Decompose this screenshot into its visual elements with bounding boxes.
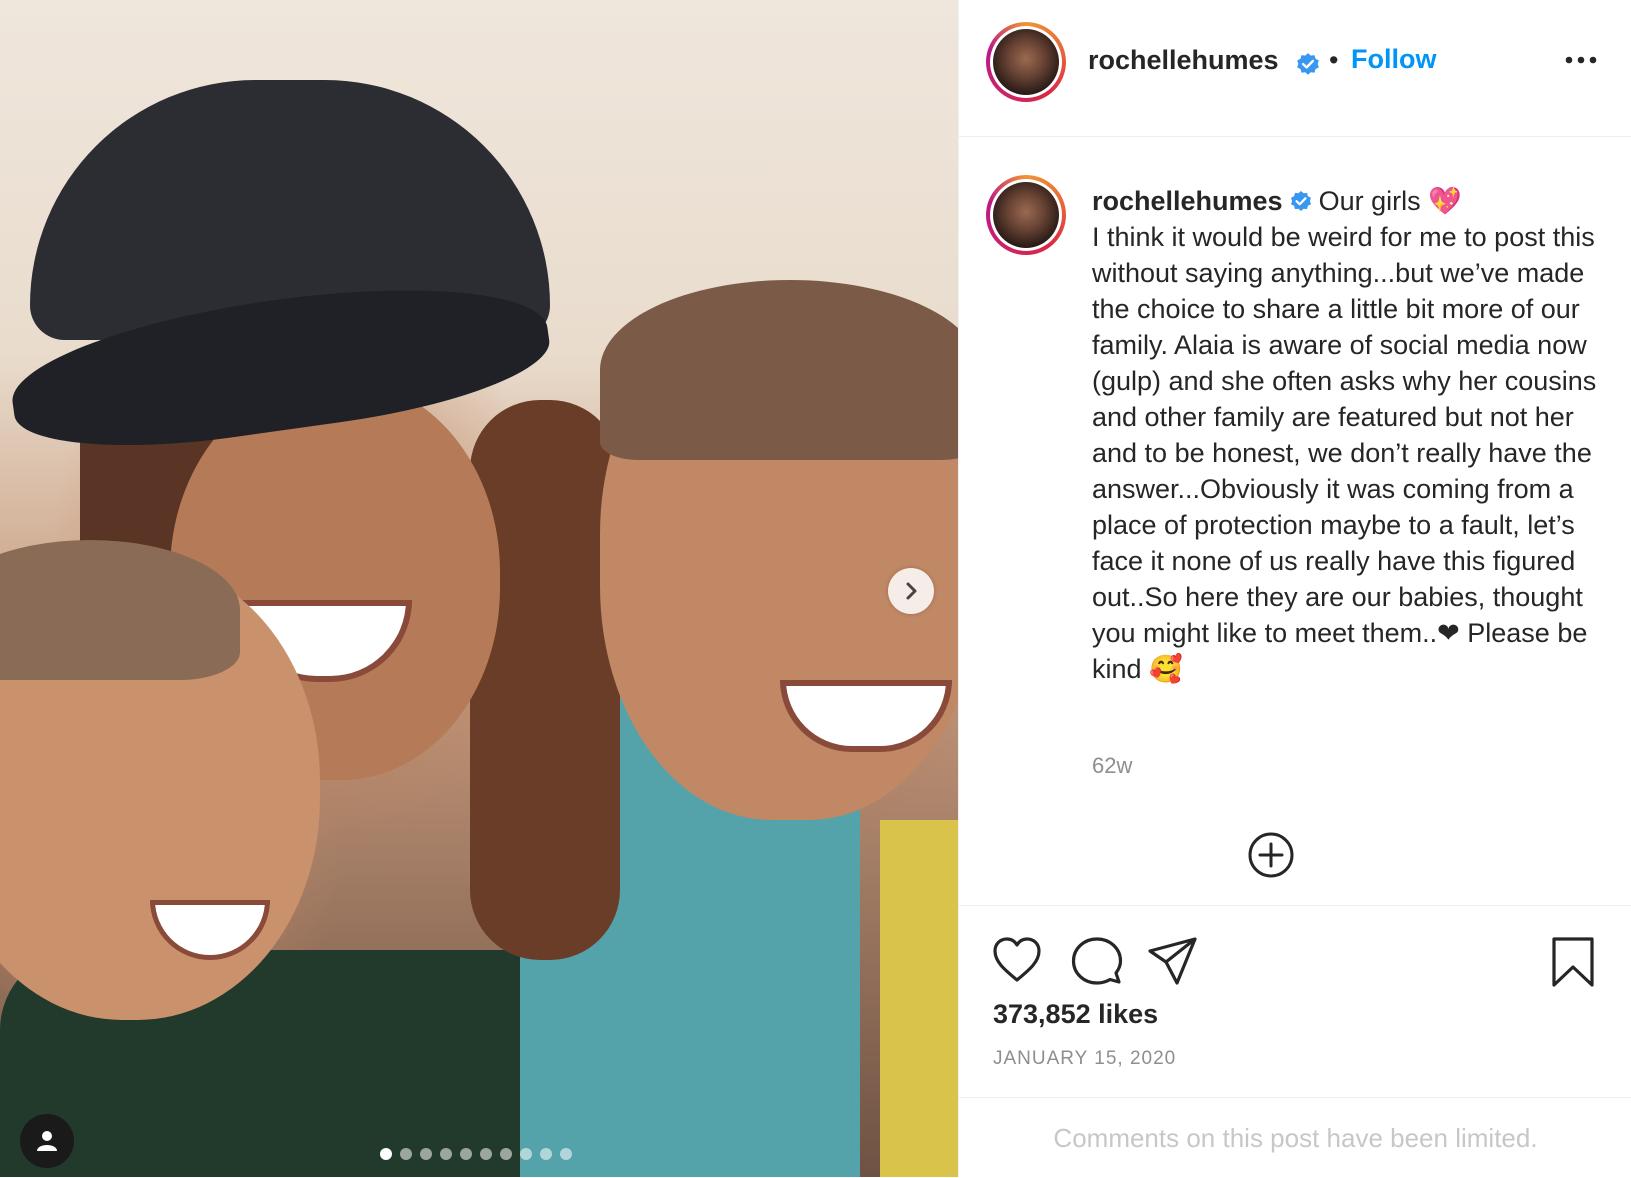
paper-plane-icon[interactable] [1147, 936, 1199, 986]
carousel-dot [540, 1148, 552, 1160]
carousel-dot [520, 1148, 532, 1160]
user-tag-icon [37, 1131, 57, 1151]
comment-bubble-icon[interactable] [1071, 936, 1123, 986]
avatar[interactable] [986, 22, 1066, 102]
avatar-image [993, 29, 1059, 95]
instagram-post: rochellehumes • Follow rochellehumes Our… [0, 0, 1631, 1177]
bookmark-icon[interactable] [1551, 936, 1595, 988]
comments-limited-text: Comments on this post have been limited. [1053, 1123, 1538, 1153]
carousel-dot [400, 1148, 412, 1160]
carousel-dot [460, 1148, 472, 1160]
plus-circle-icon[interactable] [1246, 830, 1296, 880]
caption-text-block: rochellehumes Our girls 💖 I think it wou… [1092, 183, 1597, 687]
carousel-dot [380, 1148, 392, 1160]
carousel-dot [480, 1148, 492, 1160]
photo-hair-right [470, 400, 620, 960]
carousel-dot [420, 1148, 432, 1160]
photo-yellow-shirt [880, 820, 958, 1177]
tagged-users-button[interactable] [20, 1114, 74, 1168]
post-relative-time[interactable]: 62w [1092, 753, 1132, 779]
caption-first-line: Our girls 💖 [1318, 186, 1462, 216]
post-date[interactable]: JANUARY 15, 2020 [993, 1048, 1176, 1070]
username-link[interactable]: rochellehumes [1088, 45, 1279, 76]
comments-limited-notice: Comments on this post have been limited. [959, 1097, 1631, 1178]
follow-button[interactable]: Follow [1351, 44, 1436, 75]
likes-count[interactable]: 373,852 likes [993, 999, 1158, 1030]
follow-separator: • [1329, 45, 1339, 75]
post-sidebar: rochellehumes • Follow rochellehumes Our… [958, 0, 1631, 1177]
verified-badge-icon [1290, 191, 1311, 211]
carousel-dot [440, 1148, 452, 1160]
carousel-dot [560, 1148, 572, 1160]
verified-badge-icon [1297, 53, 1319, 75]
caption-avatar[interactable] [986, 175, 1066, 255]
post-photo[interactable] [0, 0, 958, 1177]
caption-username-link[interactable]: rochellehumes [1092, 186, 1283, 216]
carousel-dot [500, 1148, 512, 1160]
heart-icon[interactable] [991, 936, 1043, 984]
caption-body-text: I think it would be weird for me to post… [1092, 222, 1597, 684]
more-options-icon[interactable] [1565, 55, 1597, 65]
chevron-right-icon [906, 582, 917, 600]
post-actions: 373,852 likes JANUARY 15, 2020 [959, 905, 1631, 1071]
caption-avatar-image [993, 182, 1059, 248]
carousel-indicator [380, 1148, 572, 1160]
post-header: rochellehumes • Follow [959, 0, 1631, 137]
carousel-next-button[interactable] [888, 568, 934, 614]
photo-girl-hair [600, 280, 958, 460]
